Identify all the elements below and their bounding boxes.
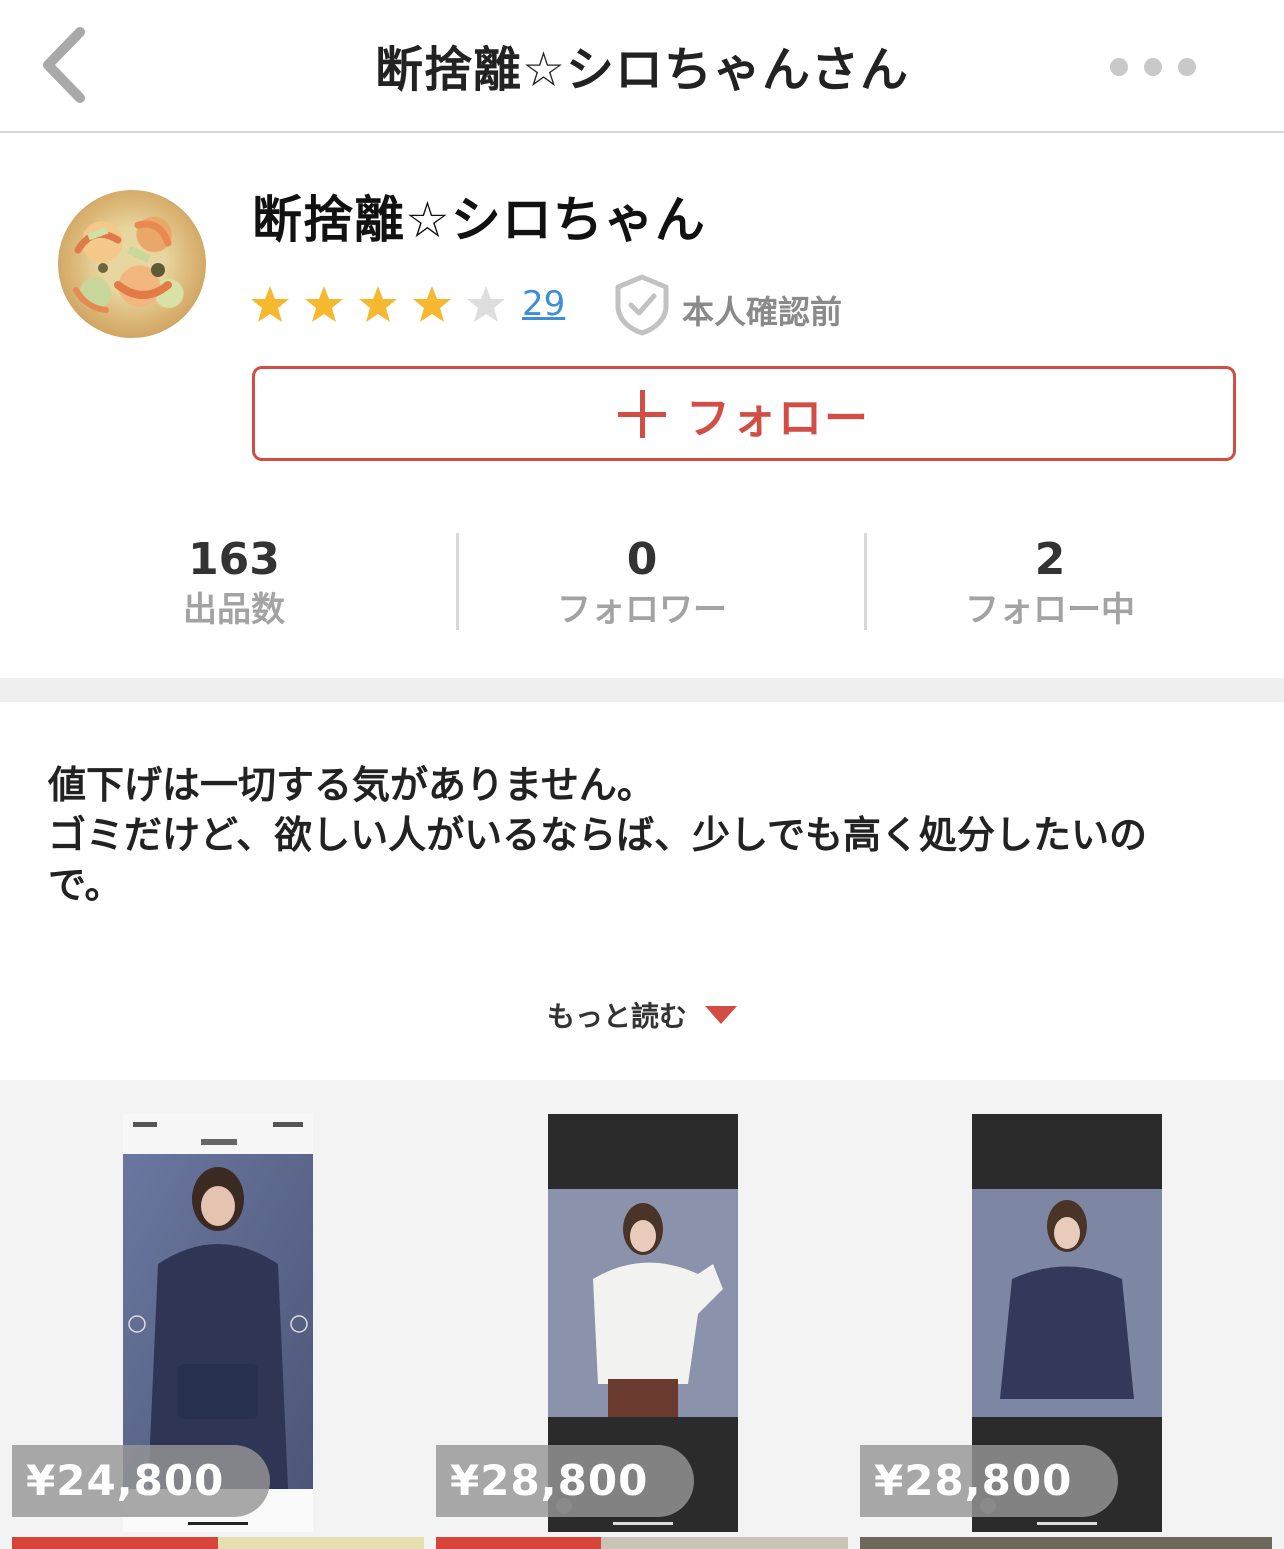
stat-followers[interactable]: 0 フォロワー [438,532,846,632]
stat-label: フォロワー [557,590,727,630]
item-card[interactable]: ¥28,800 [860,1107,1272,1532]
plus-icon [618,389,666,438]
bio-line: 値下げは一切する気がありません。 [48,763,655,807]
star-filled-icon [305,286,343,322]
star-filled-icon [251,286,289,322]
bio-line: で。 [48,863,123,907]
stat-value: 0 [626,534,658,585]
read-more-label: もっと読む [546,1000,687,1033]
profile-bio: 値下げは一切する気がありません。 ゴミだけど、欲しい人がいるならば、少しでも高く… [48,760,1248,910]
more-options-button[interactable] [1110,52,1210,82]
rating-stars [250,284,506,324]
star-empty-icon [467,286,505,322]
page-title: 断捨離☆シロちゃんさん [374,42,910,98]
review-count-link[interactable]: 29 [522,284,565,324]
stat-label: 出品数 [183,590,285,630]
follow-label: フォロー [686,392,870,444]
item-card-partial[interactable] [860,1537,1272,1549]
stat-listings[interactable]: 163 出品数 [30,532,438,632]
item-price: ¥28,800 [860,1445,1119,1517]
section-separator [0,678,1284,702]
star-filled-icon [413,286,451,322]
stat-value: 163 [188,534,280,585]
star-filled-icon [359,286,397,322]
item-price: ¥28,800 [436,1445,695,1517]
stat-label: フォロー中 [965,590,1135,630]
stat-value: 2 [1034,534,1066,585]
caret-down-icon [705,1006,737,1024]
dot-icon [1178,58,1196,76]
read-more-button[interactable]: もっと読む [0,995,1284,1035]
food-photo-icon [73,220,172,313]
follow-button[interactable]: フォロー [252,366,1236,461]
bio-line: ゴミだけど、欲しい人がいるならば、少しでも高く処分したいの [48,813,1147,857]
item-card[interactable]: ¥24,800 [12,1107,424,1532]
item-card-partial[interactable] [436,1537,848,1549]
shield-check-icon [615,274,669,336]
dot-icon [1144,58,1162,76]
avatar[interactable] [58,190,206,338]
item-card-partial[interactable] [12,1537,424,1549]
user-name: 断捨離☆シロちゃん [252,191,706,249]
dot-icon [1110,58,1128,76]
item-card[interactable]: ¥28,800 [436,1107,848,1532]
stat-following[interactable]: 2 フォロー中 [846,532,1254,632]
verification-status: 本人確認前 [682,293,843,331]
item-price: ¥24,800 [12,1445,271,1517]
nav-header: 断捨離☆シロちゃんさん [0,0,1284,133]
